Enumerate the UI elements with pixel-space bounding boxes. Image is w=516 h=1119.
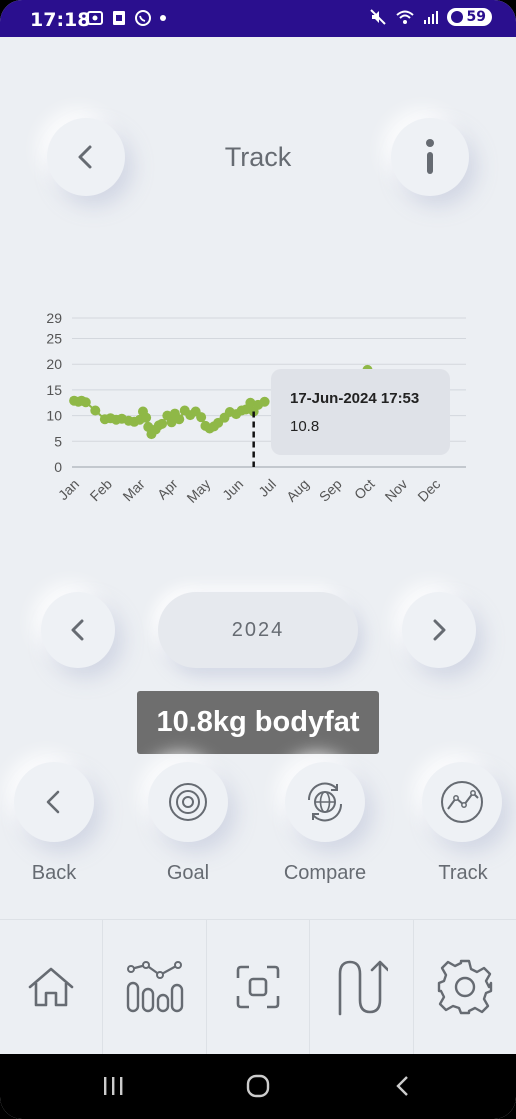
chevron-left-icon <box>71 619 84 641</box>
x-tick-label: Jun <box>219 476 246 503</box>
tooltip-date: 17-Jun-2024 17:53 <box>290 390 420 407</box>
globe-sync-icon <box>307 782 343 822</box>
app-screen: 17:18 59 Track 0 5 10 15 20 25 29 Jan Feb Mar Apr M… <box>0 0 516 1119</box>
y-tick-label: 5 <box>54 433 62 449</box>
year-display[interactable]: 2024 <box>158 592 358 668</box>
target-icon <box>169 783 207 821</box>
chart-tooltip: 17-Jun-2024 17:53 10.8 <box>271 369 450 455</box>
info-button[interactable] <box>391 118 469 196</box>
data-point <box>157 418 168 429</box>
action-compare-button[interactable] <box>285 762 365 842</box>
x-tick-label: Feb <box>87 476 116 505</box>
x-tick-label: Jul <box>255 476 279 500</box>
tab-progress[interactable] <box>310 920 414 1054</box>
data-point <box>141 412 152 423</box>
screenshot-icon <box>87 11 103 25</box>
back-nav-icon[interactable] <box>394 1075 410 1097</box>
chart-line-icon <box>441 781 483 823</box>
signal-icon <box>423 11 438 24</box>
y-tick-label: 0 <box>54 459 62 475</box>
bar-chart-icon <box>126 961 183 1013</box>
data-point <box>196 412 207 423</box>
chevron-left-icon <box>46 790 60 814</box>
tooltip-value: 10.8 <box>290 418 320 435</box>
tab-scan[interactable] <box>206 920 311 1054</box>
y-tick-label: 25 <box>46 331 62 347</box>
chevron-right-icon <box>433 619 446 641</box>
x-tick-label: Apr <box>154 476 181 503</box>
status-bar: 17:18 59 <box>0 0 516 37</box>
home-nav-icon[interactable] <box>246 1074 270 1098</box>
wifi-icon <box>395 10 414 24</box>
action-track-button[interactable] <box>422 762 502 842</box>
data-point <box>90 405 101 416</box>
battery-indicator: 59 <box>446 8 492 26</box>
x-tick-label: Jan <box>55 476 82 503</box>
y-tick-label: 10 <box>46 408 62 424</box>
next-year-button[interactable] <box>402 592 476 668</box>
x-tick-label: Nov <box>382 476 411 505</box>
tab-settings[interactable] <box>413 920 516 1054</box>
action-label-track: Track <box>438 862 488 884</box>
action-label-back: Back <box>31 862 77 884</box>
status-time: 17:18 <box>30 9 91 31</box>
prev-year-button[interactable] <box>41 592 115 668</box>
x-tick-label: Sep <box>316 476 345 505</box>
dot-icon <box>160 15 166 21</box>
x-tick-label: Mar <box>119 476 148 505</box>
bottom-tab-bar <box>0 919 516 1054</box>
mute-icon <box>369 9 386 25</box>
action-goal-button[interactable] <box>148 762 228 842</box>
gear-icon <box>437 959 493 1015</box>
y-tick-label: 29 <box>46 310 62 326</box>
scan-icon <box>236 965 280 1009</box>
tab-stats[interactable] <box>103 920 207 1054</box>
result-badge: 10.8kg bodyfat <box>137 691 379 754</box>
tab-home[interactable] <box>0 920 104 1054</box>
x-tick-label: Oct <box>351 476 378 503</box>
recent-apps-icon[interactable] <box>102 1075 124 1097</box>
x-tick-label: Aug <box>283 476 312 505</box>
data-point <box>80 397 91 408</box>
notification-icons <box>86 9 168 27</box>
system-icons: 59 <box>369 8 492 26</box>
system-nav-bar <box>0 1054 516 1119</box>
action-label-goal: Goal <box>166 862 210 884</box>
action-back-button[interactable] <box>14 762 94 842</box>
home-icon <box>28 967 74 1007</box>
action-label-compare: Compare <box>283 862 367 884</box>
data-point <box>259 396 270 407</box>
path-icon <box>339 960 389 1016</box>
sim-icon <box>113 11 125 25</box>
whatsapp-icon <box>135 10 151 26</box>
y-tick-label: 15 <box>46 382 62 398</box>
x-tick-label: Dec <box>414 476 443 505</box>
x-tick-label: May <box>183 476 213 506</box>
info-icon <box>426 139 434 174</box>
data-point <box>174 414 185 425</box>
y-tick-label: 20 <box>46 356 62 372</box>
